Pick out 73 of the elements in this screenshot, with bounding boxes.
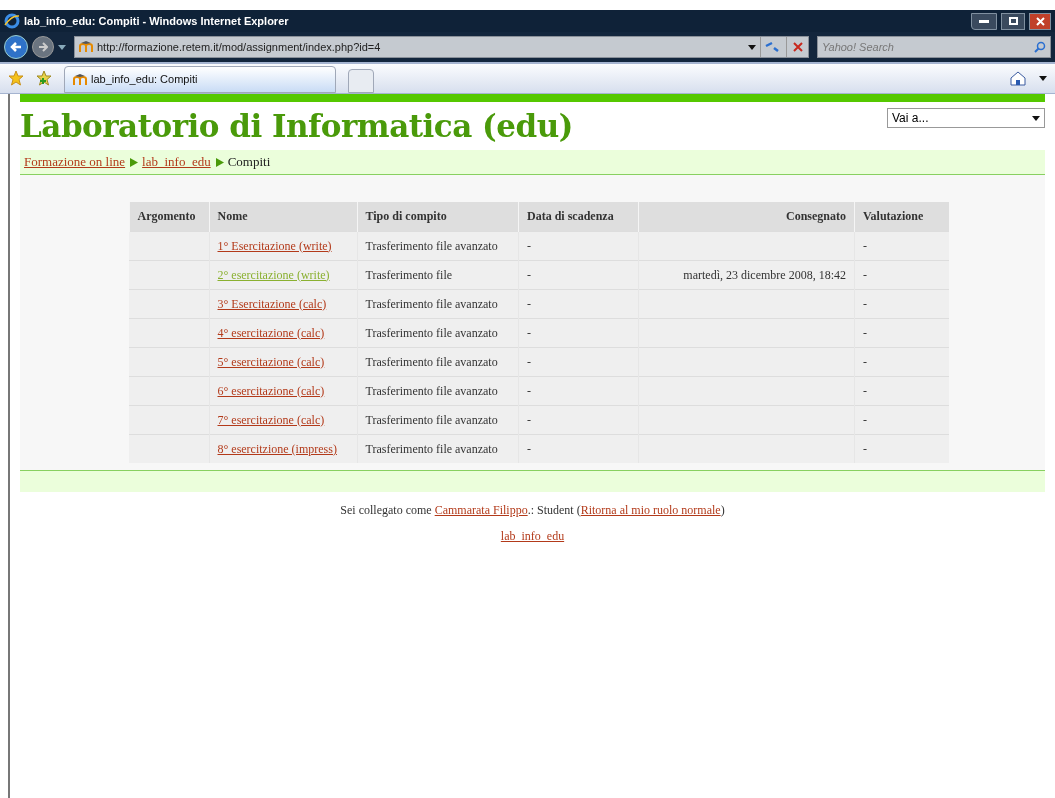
column-header: Data di scadenza xyxy=(518,202,639,231)
window-title: lab_info_edu: Compiti - Windows Internet Explorer xyxy=(24,13,289,29)
breadcrumb-link[interactable]: lab_info_edu xyxy=(142,152,211,172)
table-cell: - xyxy=(863,354,867,369)
assignment-link[interactable]: 5° esercitazione (calc) xyxy=(217,354,325,369)
back-button[interactable] xyxy=(4,35,28,59)
assignment-link[interactable]: 1° Esercitazione (write) xyxy=(217,238,332,253)
column-header: Consegnato xyxy=(638,202,855,231)
home-icon[interactable] xyxy=(1009,70,1027,86)
restore-button[interactable] xyxy=(1001,12,1025,30)
triangle-icon xyxy=(214,157,224,167)
close-button[interactable] xyxy=(1029,12,1051,30)
search-field[interactable]: Yahoo! Search xyxy=(817,36,1051,58)
assignment-link[interactable]: 8° esercitzione (impress) xyxy=(217,441,337,456)
forward-arrow-icon xyxy=(38,42,48,52)
moodle-logo-icon xyxy=(73,73,87,86)
assignment-link[interactable]: 4° esercitazione (calc) xyxy=(217,325,325,340)
table-cell: Trasferimento file avanzato xyxy=(365,354,498,369)
table-cell: - xyxy=(527,325,531,340)
dropdown-icon xyxy=(1032,115,1040,121)
assignment-link[interactable]: 6° esercitazione (calc) xyxy=(217,383,325,398)
add-favorite-icon[interactable] xyxy=(36,70,52,86)
table-cell: - xyxy=(863,325,867,340)
breadcrumb-current: Compiti xyxy=(227,153,271,172)
user-link[interactable]: Cammarata Filippo xyxy=(434,503,528,517)
table-cell: - xyxy=(527,441,531,456)
table-cell: - xyxy=(527,267,531,282)
assignment-link[interactable]: 7° esercitazione (calc) xyxy=(217,412,325,427)
table-cell: Trasferimento file avanzato xyxy=(365,296,498,311)
table-cell: - xyxy=(863,441,867,456)
course-link[interactable]: lab_info_edu xyxy=(500,527,565,545)
table-cell: - xyxy=(527,412,531,427)
course-heading: Laboratorio di Informatica (edu) xyxy=(20,107,573,146)
triangle-icon xyxy=(129,157,139,167)
browser-logo-icon xyxy=(4,13,20,29)
table-cell: Trasferimento file avanzato xyxy=(365,238,498,253)
table-cell: martedì, 23 dicembre 2008, 18:42 xyxy=(683,267,846,282)
table-cell: - xyxy=(527,238,531,253)
table-cell: Trasferimento file avanzato xyxy=(365,412,498,427)
jump-menu[interactable]: Vai a... xyxy=(887,108,1045,128)
browser-tab[interactable]: lab_info_edu: Compiti xyxy=(64,66,336,93)
table-cell: - xyxy=(863,238,867,253)
stop-icon xyxy=(792,42,803,52)
dropdown-icon[interactable] xyxy=(748,44,756,50)
forward-button[interactable] xyxy=(32,36,54,58)
table-cell: - xyxy=(863,412,867,427)
column-header: Tipo di compito xyxy=(357,202,519,231)
login-info: Sei collegato come Cammarata Filippo.: Student (Ritorna al mio ruolo normale) xyxy=(339,502,726,519)
dropdown-icon[interactable] xyxy=(58,44,66,50)
minimize-button[interactable] xyxy=(971,12,997,30)
table-cell: Trasferimento file avanzato xyxy=(365,383,498,398)
assignment-link[interactable]: 3° Esercitazione (calc) xyxy=(217,296,327,311)
table-cell: - xyxy=(527,354,531,369)
table-cell: - xyxy=(863,296,867,311)
table-cell: Trasferimento file avanzato xyxy=(365,325,498,340)
search-icon[interactable] xyxy=(1034,41,1046,53)
column-header: Argomento xyxy=(129,202,209,231)
column-header: Nome xyxy=(209,202,357,231)
role-link[interactable]: Ritorna al mio ruolo normale xyxy=(580,503,721,517)
moodle-logo-icon xyxy=(79,41,93,53)
favorites-star-icon[interactable] xyxy=(8,70,24,86)
table-cell: - xyxy=(527,296,531,311)
column-header: Valutazione xyxy=(854,202,949,231)
address-field[interactable]: http://formazione.retem.it/mod/assignment/index.php?id=4 xyxy=(74,36,809,58)
table-cell: - xyxy=(863,383,867,398)
close-icon xyxy=(1035,16,1045,26)
breadcrumb-link[interactable]: Formazione on line xyxy=(24,152,126,172)
table-cell: - xyxy=(527,383,531,398)
dropdown-icon[interactable] xyxy=(1039,76,1047,81)
table-cell: Trasferimento file xyxy=(365,267,453,282)
table-cell: Trasferimento file avanzato xyxy=(365,441,498,456)
back-arrow-icon xyxy=(10,41,22,53)
table-cell: - xyxy=(863,267,867,282)
